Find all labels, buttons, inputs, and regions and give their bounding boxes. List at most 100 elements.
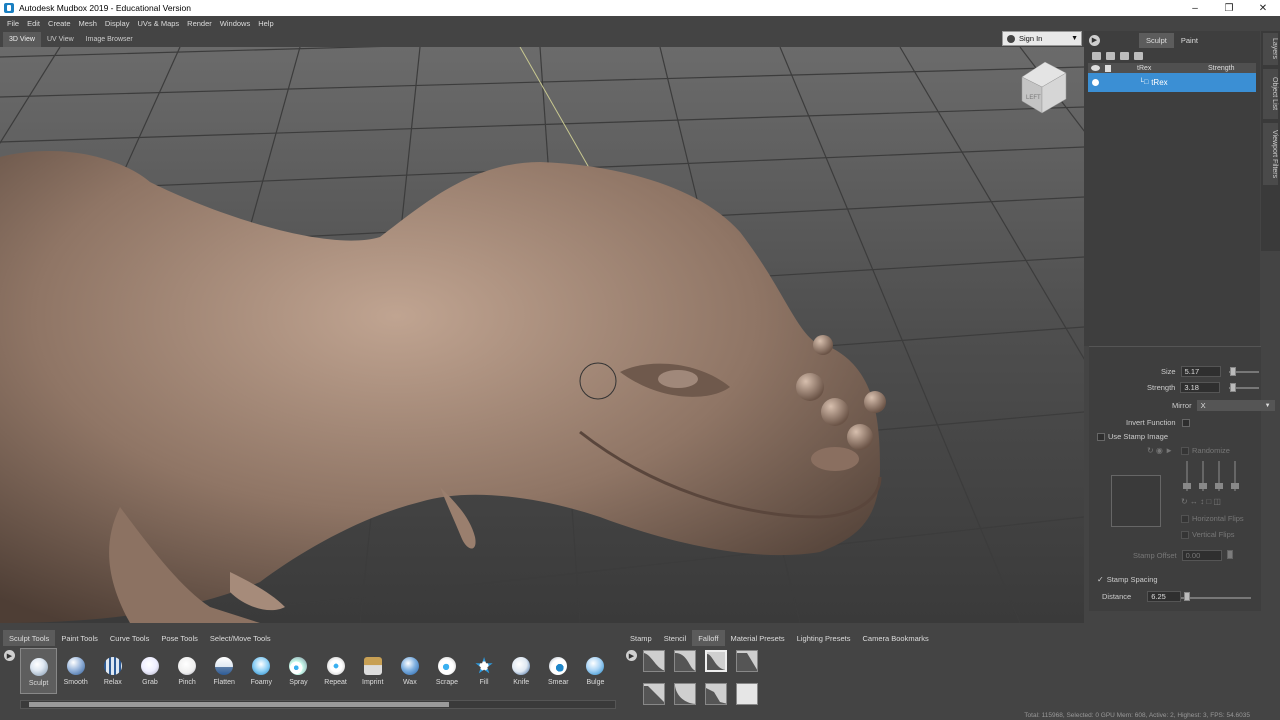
tool-smear[interactable]: Smear — [540, 648, 577, 694]
layer-row-trex[interactable]: └□ tRex — [1088, 73, 1256, 92]
layer-menu-icon[interactable] — [1134, 52, 1143, 60]
tool-pinch[interactable]: Pinch — [169, 648, 206, 694]
preset-menu-arrow-icon[interactable]: ▶ — [626, 650, 637, 661]
3d-viewport[interactable]: LEFT — [0, 47, 1084, 623]
menu-create[interactable]: Create — [44, 19, 75, 28]
view-tabs: 3D View UV View Image Browser — [0, 31, 1084, 47]
hflip-label: Horizontal Flips — [1192, 514, 1244, 523]
tab-camera-bookmarks[interactable]: Camera Bookmarks — [856, 630, 934, 646]
tab-select-move-tools[interactable]: Select/Move Tools — [204, 630, 277, 646]
delete-layer-icon[interactable] — [1120, 52, 1129, 60]
close-icon[interactable]: ✕ — [1246, 0, 1280, 16]
tab-stencil[interactable]: Stencil — [658, 630, 693, 646]
menu-edit[interactable]: Edit — [23, 19, 44, 28]
tool-bulge[interactable]: Bulge — [577, 648, 614, 694]
tab-sculpt-layers[interactable]: Sculpt — [1139, 32, 1174, 48]
randomize-checkbox[interactable] — [1181, 446, 1189, 455]
tool-label: Fill — [479, 679, 489, 686]
stamp-spacing-label: Stamp Spacing — [1106, 575, 1158, 584]
tab-falloff[interactable]: Falloff — [692, 630, 725, 646]
strength-slider-handle[interactable] — [1230, 383, 1236, 392]
distance-field[interactable]: 6.25 — [1147, 591, 1182, 602]
scrollbar-thumb[interactable] — [29, 702, 449, 707]
size-slider-handle[interactable] — [1230, 367, 1236, 376]
falloff-preset-4[interactable] — [736, 650, 758, 672]
menu-mesh[interactable]: Mesh — [75, 19, 101, 28]
checkmark-icon[interactable]: ✓ — [1097, 575, 1104, 584]
layer-toolbar — [1084, 49, 1260, 63]
menu-display[interactable]: Display — [101, 19, 134, 28]
size-field[interactable]: 5.17 — [1180, 366, 1221, 377]
minimize-icon[interactable]: – — [1178, 0, 1212, 16]
tool-foamy[interactable]: Foamy — [243, 648, 280, 694]
tab-paint-tools[interactable]: Paint Tools — [55, 630, 104, 646]
tab-material-presets[interactable]: Material Presets — [725, 630, 791, 646]
falloff-preset-3-selected[interactable] — [705, 650, 727, 672]
tab-layers[interactable]: Layers — [1263, 33, 1278, 65]
tab-stamp[interactable]: Stamp — [624, 630, 658, 646]
distance-slider[interactable] — [1181, 597, 1251, 599]
hflip-checkbox[interactable] — [1181, 514, 1189, 523]
folder-icon[interactable] — [1106, 52, 1115, 60]
falloff-preset-6[interactable] — [674, 683, 696, 705]
menu-render[interactable]: Render — [183, 19, 216, 28]
tool-smooth[interactable]: Smooth — [57, 648, 94, 694]
tab-curve-tools[interactable]: Curve Tools — [104, 630, 155, 646]
stamp-offset-field[interactable]: 0.00 — [1181, 550, 1222, 561]
tool-flatten[interactable]: Flatten — [206, 648, 243, 694]
tool-tray-scrollbar[interactable] — [20, 700, 616, 709]
hflip-row: Horizontal Flips — [1181, 514, 1244, 523]
tool-knife[interactable]: Knife — [503, 648, 540, 694]
mirror-dropdown[interactable]: X ▼ — [1196, 400, 1275, 411]
use-stamp-checkbox[interactable] — [1097, 432, 1105, 441]
tab-lighting-presets[interactable]: Lighting Presets — [791, 630, 857, 646]
stamp-randomize-sliders[interactable] — [1183, 461, 1253, 493]
viewport-scene[interactable]: LEFT — [0, 47, 1084, 623]
tab-pose-tools[interactable]: Pose Tools — [155, 630, 204, 646]
sign-in-dropdown[interactable]: Sign In ▼ — [1002, 31, 1082, 46]
tab-sculpt-tools[interactable]: Sculpt Tools — [3, 630, 56, 646]
stamp-offset-slider-handle[interactable] — [1227, 550, 1233, 559]
chevron-down-icon: ▼ — [1264, 402, 1271, 409]
restore-icon[interactable]: ❐ — [1212, 0, 1246, 16]
tab-uv-view[interactable]: UV View — [41, 32, 80, 47]
tool-fill[interactable]: Fill — [466, 648, 503, 694]
falloff-preset-2[interactable] — [674, 650, 696, 672]
menu-help[interactable]: Help — [254, 19, 277, 28]
menu-windows[interactable]: Windows — [216, 19, 254, 28]
tool-tray-tabs: Sculpt Tools Paint Tools Curve Tools Pos… — [3, 630, 277, 646]
window-controls: – ❐ ✕ — [1178, 0, 1280, 16]
snout-bump — [847, 424, 873, 450]
tab-viewport-filters[interactable]: Viewport Filters — [1263, 123, 1278, 185]
tool-sculpt[interactable]: Sculpt — [20, 648, 58, 694]
tool-wax[interactable]: Wax — [391, 648, 428, 694]
tray-menu-arrow-icon[interactable]: ▶ — [4, 650, 15, 661]
tab-image-browser[interactable]: Image Browser — [80, 32, 139, 47]
falloff-preset-8[interactable] — [736, 683, 758, 705]
visibility-dot-icon[interactable] — [1092, 79, 1099, 86]
tab-object-list[interactable]: Object List — [1263, 69, 1278, 119]
strength-field[interactable]: 3.18 — [1180, 382, 1221, 393]
expand-arrow-icon[interactable]: ▶ — [1089, 34, 1100, 46]
falloff-preset-5[interactable] — [643, 683, 665, 705]
falloff-preset-1[interactable] — [643, 650, 665, 672]
tool-spray[interactable]: Spray — [280, 648, 317, 694]
falloff-preset-7[interactable] — [705, 683, 727, 705]
stamp-image-preview[interactable] — [1111, 475, 1161, 527]
invert-checkbox[interactable] — [1181, 418, 1190, 427]
new-layer-icon[interactable] — [1092, 52, 1101, 60]
tool-repeat[interactable]: Repeat — [317, 648, 354, 694]
tool-relax[interactable]: Relax — [94, 648, 131, 694]
tool-imprint[interactable]: Imprint — [354, 648, 391, 694]
tab-paint-layers[interactable]: Paint — [1174, 33, 1205, 48]
smear-brush-icon — [549, 657, 568, 675]
menu-file[interactable]: File — [3, 19, 23, 28]
layer-list-header: tRex Strength — [1088, 63, 1256, 73]
tool-grab[interactable]: Grab — [131, 648, 168, 694]
tool-scrape[interactable]: Scrape — [428, 648, 465, 694]
stamp-offset-label: Stamp Offset — [1133, 551, 1177, 560]
menu-uvs-maps[interactable]: UVs & Maps — [133, 19, 183, 28]
tab-3d-view[interactable]: 3D View — [3, 32, 41, 47]
distance-slider-handle[interactable] — [1184, 592, 1190, 601]
vflip-checkbox[interactable] — [1181, 530, 1189, 539]
